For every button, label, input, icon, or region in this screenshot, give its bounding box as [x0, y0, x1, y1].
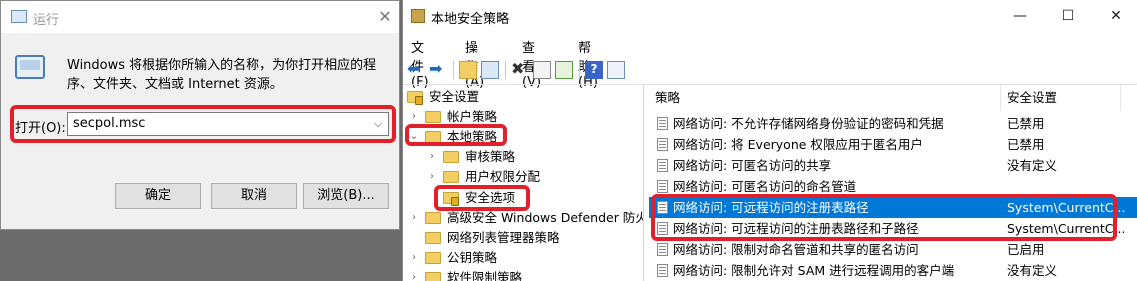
toolbar: ⬅ ➡ ✖ ? [403, 56, 1137, 85]
close-icon[interactable]: ✕ [1093, 0, 1137, 32]
tree-label: 安全设置 [429, 89, 480, 104]
properties-icon[interactable] [533, 61, 551, 79]
policy-icon [657, 180, 668, 193]
lsp-titlebar[interactable]: 本地安全策略 — ☐ ✕ [403, 0, 1137, 32]
up-folder-icon[interactable] [459, 61, 477, 79]
maximize-icon[interactable]: ☐ [1045, 0, 1091, 32]
back-icon[interactable]: ⬅ [407, 61, 425, 79]
policy-row[interactable]: 网络访问: 限制对命名管道和共享的匿名访问 已启用 [649, 239, 1137, 260]
tree-label: 安全选项 [465, 190, 516, 205]
browse-button[interactable]: 浏览(B)... [303, 183, 389, 209]
toolbar-separator [453, 61, 454, 79]
show-hide-tree-icon[interactable] [481, 61, 499, 79]
folder-open-icon [425, 131, 441, 143]
folder-icon [425, 272, 441, 281]
policy-row[interactable]: 网络访问: 限制允许对 SAM 进行远程调用的客户端 没有定义 [649, 260, 1137, 281]
policy-row[interactable]: 网络访问: 可匿名访问的共享 没有定义 [649, 155, 1137, 176]
folder-icon [425, 212, 441, 224]
tree-label: 公钥策略 [447, 250, 498, 265]
tree-label: 用户权限分配 [465, 169, 541, 184]
local-security-policy-window: 本地安全策略 — ☐ ✕ 文件(F) 操作(A) 查看(V) 帮助(H) ⬅ ➡… [402, 0, 1137, 281]
folder-icon [443, 171, 459, 183]
chevron-right-icon[interactable]: › [409, 248, 419, 268]
folder-icon [425, 232, 441, 244]
policy-value: 没有定义 [1007, 263, 1058, 278]
tree-label: 审核策略 [465, 149, 516, 164]
policy-name: 网络访问: 可匿名访问的命名管道 [673, 179, 857, 194]
chevron-right-icon[interactable]: › [427, 167, 437, 187]
tree-label: 软件限制策略 [447, 270, 523, 281]
tree-label: 帐户策略 [447, 109, 498, 124]
policy-name: 网络访问: 限制允许对 SAM 进行远程调用的客户端 [673, 263, 955, 278]
run-titlebar[interactable]: 运行 ✕ [1, 1, 399, 33]
policy-row[interactable]: 网络访问: 不允许存储网络身份验证的密码和凭据 已禁用 [649, 113, 1137, 134]
policy-name: 网络访问: 可远程访问的注册表路径 [673, 200, 869, 215]
policy-value: System\CurrentC... [1007, 221, 1126, 236]
chevron-down-icon[interactable]: ⌄ [409, 127, 419, 147]
lsp-title: 本地安全策略 [431, 12, 510, 27]
export-list-icon[interactable] [555, 61, 573, 79]
tree-pane: 安全设置 › 帐户策略 ⌄ 本地策略 › 审核策略 › 用户权限分配 安全选项 … [403, 85, 644, 281]
ok-button[interactable]: 确定 [115, 183, 201, 209]
tree-label: 网络列表管理器策略 [447, 230, 560, 245]
policy-icon [657, 264, 668, 277]
column-header-policy[interactable]: 策略 [649, 85, 1001, 111]
open-combobox[interactable]: secpol.msc ⌵ [67, 112, 389, 136]
policy-icon [657, 159, 668, 172]
cancel-button[interactable]: 取消 [211, 183, 297, 209]
run-program-icon [15, 55, 45, 79]
run-dialog: 运行 ✕ Windows 将根据你所输入的名称，为你打开相应的程序、文件夹、文档… [0, 0, 400, 230]
lsp-app-icon [411, 9, 425, 23]
column-header-setting[interactable]: 安全设置 [1001, 85, 1121, 111]
policy-icon [657, 243, 668, 256]
folder-icon [425, 252, 441, 264]
folder-icon [443, 151, 459, 163]
policy-value: 没有定义 [1007, 158, 1058, 173]
policy-row-selected[interactable]: 网络访问: 可远程访问的注册表路径 System\CurrentC... [649, 197, 1137, 218]
policy-list: 策略 安全设置 网络访问: 不允许存储网络身份验证的密码和凭据 已禁用 网络访问… [649, 85, 1137, 281]
policy-name: 网络访问: 将 Everyone 权限应用于匿名用户 [673, 137, 923, 152]
policy-name: 网络访问: 可远程访问的注册表路径和子路径 [673, 221, 919, 236]
chevron-right-icon[interactable]: › [409, 268, 419, 281]
policy-name: 网络访问: 限制对命名管道和共享的匿名访问 [673, 242, 919, 257]
policy-name: 网络访问: 不允许存储网络身份验证的密码和凭据 [673, 116, 944, 131]
policy-name: 网络访问: 可匿名访问的共享 [673, 158, 832, 173]
security-folder-icon [443, 192, 459, 206]
open-input-value[interactable]: secpol.msc [73, 116, 145, 131]
security-settings-icon [407, 91, 423, 105]
toolbar-separator [579, 61, 580, 79]
chevron-right-icon[interactable]: › [409, 208, 419, 228]
policy-value: System\CurrentC... [1007, 200, 1126, 215]
close-icon[interactable]: ✕ [373, 5, 397, 29]
policy-value: 已禁用 [1007, 116, 1045, 131]
run-description: Windows 将根据你所输入的名称，为你打开相应的程序、文件夹、文档或 Int… [67, 58, 377, 92]
tree-label: 高级安全 Windows Defender 防火墙 [447, 210, 644, 225]
folder-icon [425, 111, 441, 123]
toolbar-separator [505, 61, 506, 79]
forward-icon[interactable]: ➡ [429, 61, 447, 79]
policy-value: 已启用 [1007, 242, 1045, 257]
view-icon[interactable] [607, 61, 625, 79]
policy-row[interactable]: 网络访问: 可远程访问的注册表路径和子路径 System\CurrentC... [649, 218, 1137, 239]
policy-row[interactable]: 网络访问: 可匿名访问的命名管道 [649, 176, 1137, 197]
minimize-icon[interactable]: — [997, 0, 1043, 32]
policy-icon [657, 222, 668, 235]
open-label: 打开(O): [15, 121, 66, 136]
run-app-icon [11, 10, 27, 23]
chevron-right-icon[interactable]: › [409, 107, 419, 127]
chevron-down-icon[interactable]: ⌵ [369, 115, 387, 133]
run-title: 运行 [33, 13, 60, 28]
policy-icon [657, 201, 668, 214]
policy-row[interactable]: 网络访问: 将 Everyone 权限应用于匿名用户 已禁用 [649, 134, 1137, 155]
delete-icon[interactable]: ✖ [511, 61, 529, 79]
help-icon[interactable]: ? [585, 61, 603, 79]
policy-icon [657, 138, 668, 151]
policy-value: 已禁用 [1007, 137, 1045, 152]
tree-label: 本地策略 [447, 129, 498, 144]
policy-icon [657, 117, 668, 130]
chevron-right-icon[interactable]: › [427, 147, 437, 167]
